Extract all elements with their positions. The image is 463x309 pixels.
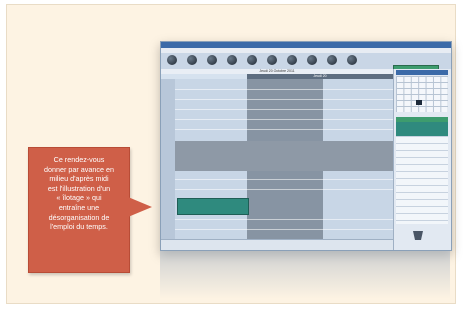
toolbar-button-icon[interactable]	[187, 55, 197, 65]
callout-text: Ce rendez-vous donner par avance en mili…	[44, 155, 114, 232]
unavailable-slot-band	[175, 141, 393, 171]
callout-box: Ce rendez-vous donner par avance en mili…	[28, 147, 130, 273]
toolbar-button-icon[interactable]	[267, 55, 277, 65]
toolbar-button-icon[interactable]	[167, 55, 177, 65]
mini-calendar-selected-day[interactable]	[416, 100, 422, 105]
isolated-appointment[interactable]	[177, 198, 249, 215]
toolbar-button-icon[interactable]	[247, 55, 257, 65]
toolbar-button-icon[interactable]	[227, 55, 237, 65]
toolbar	[161, 53, 451, 79]
toolbar-button-icon[interactable]	[347, 55, 357, 65]
status-bar	[161, 239, 393, 250]
agenda-screenshot: Jeudi 20 Octobre 2011 Jeudi 20	[160, 41, 452, 251]
mini-calendar[interactable]	[396, 76, 448, 112]
patient-list[interactable]	[396, 136, 448, 224]
toolbar-button-icon[interactable]	[207, 55, 217, 65]
agenda-grid[interactable]	[161, 79, 393, 239]
time-column	[161, 79, 175, 239]
toolbar-button-icon[interactable]	[287, 55, 297, 65]
toolbar-button-icon[interactable]	[327, 55, 337, 65]
side-panel	[393, 69, 451, 250]
patient-list-selected[interactable]	[396, 122, 448, 136]
slide-frame: Jeudi 20 Octobre 2011 Jeudi 20 Ce rendez…	[6, 4, 456, 304]
mini-calendar-header	[396, 70, 448, 75]
callout-arrow-icon	[128, 197, 152, 217]
toolbar-button-icon[interactable]	[307, 55, 317, 65]
screenshot-reflection	[160, 251, 450, 299]
trash-icon[interactable]	[413, 231, 423, 240]
